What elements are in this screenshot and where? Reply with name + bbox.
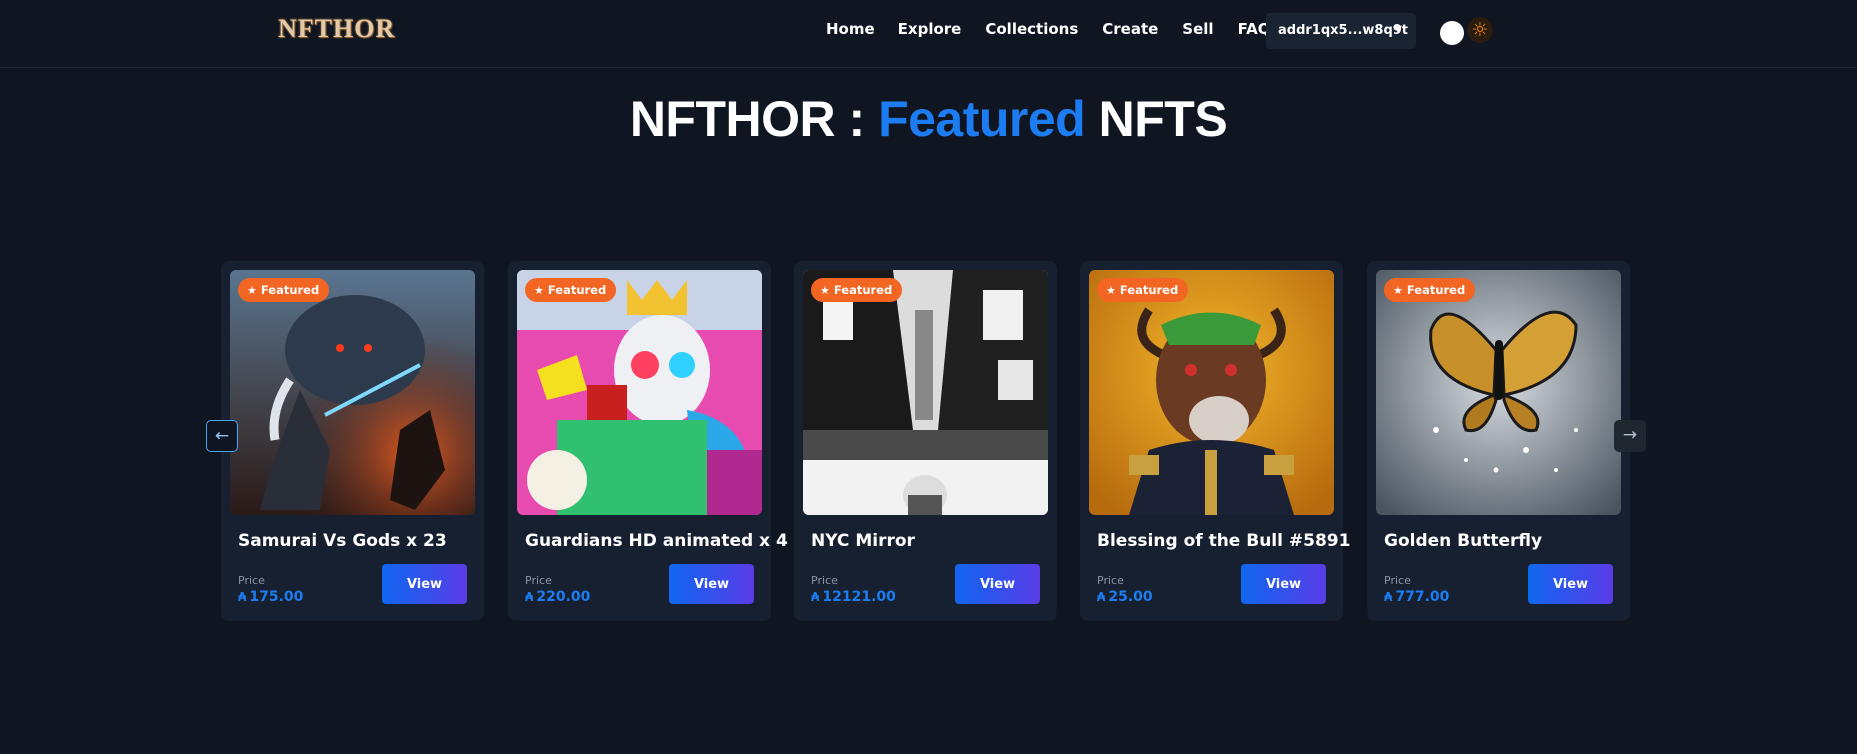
nav-links: Home Explore Collections Create Sell FAQ: [826, 20, 1294, 38]
title-accent: Featured: [878, 91, 1086, 147]
nft-card[interactable]: ★ Featured NYC Mirror Price ₳ 12121.00 Vie…: [794, 261, 1057, 621]
price-amount: 175.00: [249, 589, 304, 605]
price-value: ₳ 25.00: [1097, 589, 1153, 605]
wallet-address: addr1qx5...w8q9t: [1278, 23, 1409, 38]
nft-image-nyc[interactable]: [803, 270, 1048, 515]
nft-title[interactable]: Golden Butterfly: [1384, 531, 1542, 551]
nft-title[interactable]: Samurai Vs Gods x 23: [238, 531, 447, 551]
featured-badge: ★ Featured: [525, 278, 617, 302]
nft-card[interactable]: ★ Featured Golden Butterfly Price ₳ 777.00…: [1367, 261, 1630, 621]
page-title: NFTHOR : Featured NFTS: [0, 90, 1857, 148]
star-icon: ★: [820, 284, 830, 297]
price-amount: 25.00: [1108, 589, 1153, 605]
badge-label: Featured: [547, 283, 607, 297]
view-button[interactable]: View: [955, 564, 1040, 604]
price-label: Price: [1097, 574, 1124, 587]
price-value: ₳ 175.00: [238, 589, 303, 605]
nav-collections-link[interactable]: Collections: [985, 20, 1078, 38]
price-label: Price: [525, 574, 552, 587]
price-label: Price: [238, 574, 265, 587]
nft-card[interactable]: ★ Featured Samurai Vs Gods x 23 Price ₳ 17…: [221, 261, 484, 621]
view-button[interactable]: View: [382, 564, 467, 604]
ada-icon: ₳: [1097, 590, 1106, 604]
nav-sell-link[interactable]: Sell: [1182, 20, 1213, 38]
caret-down-icon: ▼: [1394, 24, 1402, 35]
title-suffix: NFTS: [1085, 91, 1228, 147]
ada-icon: ₳: [811, 590, 820, 604]
star-icon: ★: [534, 284, 544, 297]
price-value: ₳ 777.00: [1384, 589, 1449, 605]
arrow-left-icon: ←: [214, 426, 230, 446]
title-prefix: NFTHOR :: [629, 91, 879, 147]
view-button[interactable]: View: [1528, 564, 1613, 604]
featured-badge: ★ Featured: [1384, 278, 1476, 302]
nav-explore-link[interactable]: Explore: [898, 20, 962, 38]
navbar: NFTHOR Home Explore Collections Create S…: [0, 0, 1857, 68]
star-icon: ★: [247, 284, 257, 297]
nav-create-link[interactable]: Create: [1102, 20, 1158, 38]
badge-label: Featured: [1119, 283, 1179, 297]
ada-icon: ₳: [238, 590, 247, 604]
carousel-next-button[interactable]: →: [1614, 420, 1646, 452]
price-amount: 777.00: [1395, 589, 1450, 605]
badge-label: Featured: [1406, 283, 1466, 297]
price-amount: 220.00: [536, 589, 591, 605]
site-logo[interactable]: NFTHOR: [278, 14, 395, 44]
theme-toggle[interactable]: [1440, 21, 1464, 45]
wallet-dropdown[interactable]: addr1qx5...w8q9t ▼: [1266, 13, 1416, 49]
nft-card[interactable]: ★ Featured Guardians HD animated x 4 Pric…: [508, 261, 788, 621]
badge-label: Featured: [833, 283, 893, 297]
nft-title[interactable]: Guardians HD animated x 4: [525, 531, 788, 551]
featured-badge: ★ Featured: [1097, 278, 1189, 302]
nft-title[interactable]: NYC Mirror: [811, 531, 915, 551]
featured-badge: ★ Featured: [238, 278, 330, 302]
nft-card[interactable]: ★ Featured Blessing of the Bull #5891 Pri…: [1080, 261, 1350, 621]
price-value: ₳ 12121.00: [811, 589, 896, 605]
sun-icon[interactable]: ☼: [1467, 17, 1493, 43]
nft-image-butterfly[interactable]: [1376, 270, 1621, 515]
badge-label: Featured: [260, 283, 320, 297]
nft-title[interactable]: Blessing of the Bull #5891: [1097, 531, 1350, 551]
ada-icon: ₳: [1384, 590, 1393, 604]
featured-badge: ★ Featured: [811, 278, 903, 302]
carousel-prev-button[interactable]: ←: [206, 420, 238, 452]
view-button[interactable]: View: [669, 564, 754, 604]
price-amount: 12121.00: [822, 589, 896, 605]
price-value: ₳ 220.00: [525, 589, 590, 605]
star-icon: ★: [1106, 284, 1116, 297]
arrow-right-icon: →: [1622, 425, 1638, 445]
nav-home-link[interactable]: Home: [826, 20, 875, 38]
price-label: Price: [811, 574, 838, 587]
nft-image-samurai[interactable]: [230, 270, 475, 515]
nft-image-guardians[interactable]: [517, 270, 762, 515]
view-button[interactable]: View: [1241, 564, 1326, 604]
price-label: Price: [1384, 574, 1411, 587]
star-icon: ★: [1393, 284, 1403, 297]
nft-image-bull[interactable]: [1089, 270, 1334, 515]
ada-icon: ₳: [525, 590, 534, 604]
